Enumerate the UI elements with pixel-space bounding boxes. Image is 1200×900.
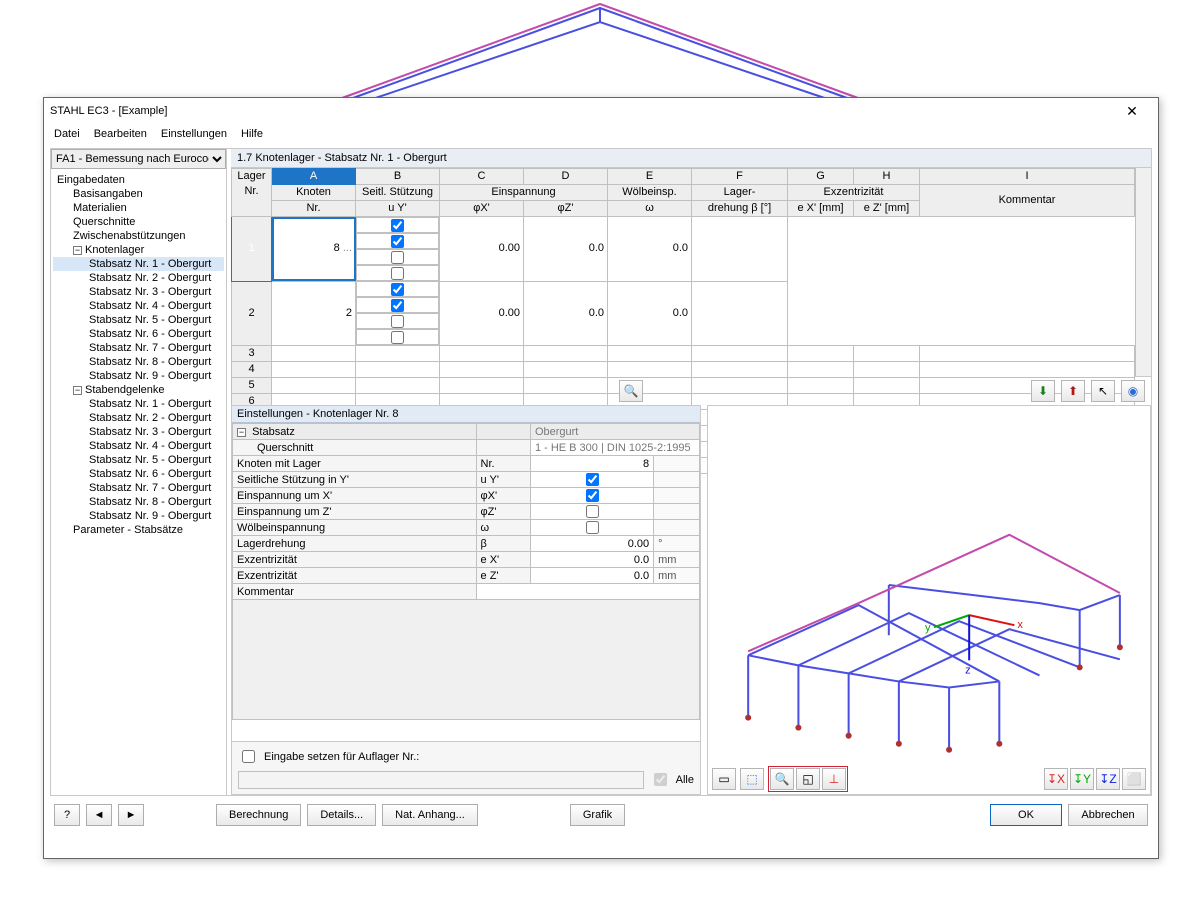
svg-text:y: y — [925, 622, 931, 634]
svg-text:z: z — [965, 664, 971, 676]
col-lager: LagerNr. — [232, 169, 272, 217]
menu-bearbeiten[interactable]: Bearbeiten — [94, 128, 147, 140]
help-button[interactable]: ? — [54, 804, 80, 826]
set-for-support-check[interactable] — [242, 750, 255, 763]
tree-item[interactable]: Stabsatz Nr. 1 - Obergurt — [53, 257, 224, 271]
menu-einstellungen[interactable]: Einstellungen — [161, 128, 227, 140]
window-zoom-button[interactable]: ◱ — [796, 768, 820, 790]
zoom-button[interactable]: 🔍 — [770, 768, 794, 790]
tree-item[interactable]: Stabsatz Nr. 4 - Obergurt — [53, 439, 224, 453]
dialog-window: STAHL EC3 - [Example] ✕ Datei Bearbeiten… — [43, 97, 1159, 859]
tree-item[interactable]: Stabsatz Nr. 9 - Obergurt — [53, 509, 224, 523]
property-header: Einstellungen - Knotenlager Nr. 8 — [232, 406, 700, 423]
export-excel-button[interactable]: ⬆ — [1061, 380, 1085, 402]
tree-item[interactable]: Stabsatz Nr. 2 - Obergurt — [53, 271, 224, 285]
tree-parameter[interactable]: Parameter - Stabsätze — [53, 523, 224, 537]
titlebar: STAHL EC3 - [Example] ✕ — [44, 98, 1158, 124]
loadcase-combo[interactable]: FA1 - Bemessung nach Eurocod — [51, 149, 226, 169]
prev-button[interactable]: ◄ — [86, 804, 112, 826]
row-header[interactable]: 2 — [232, 281, 272, 346]
isolate-button[interactable]: ▭ — [712, 768, 736, 790]
menubar: Datei Bearbeiten Einstellungen Hilfe — [44, 124, 1158, 144]
abbrechen-button[interactable]: Abbrechen — [1068, 804, 1148, 826]
tree-item[interactable]: Basisangaben — [53, 187, 224, 201]
window-title: STAHL EC3 - [Example] — [50, 105, 1112, 117]
colA[interactable]: A — [272, 169, 356, 185]
tree-item[interactable]: Stabsatz Nr. 8 - Obergurt — [53, 355, 224, 369]
view-y-button[interactable]: ↧Y — [1070, 768, 1094, 790]
highlight-group: 🔍 ◱ ⊥ — [768, 766, 848, 792]
cell-knoten[interactable]: 8 ... — [272, 217, 356, 282]
show-button[interactable]: ◉ — [1121, 380, 1145, 402]
preview-viewport[interactable]: x y z ▭ ⬚ 🔍 — [707, 405, 1151, 795]
details-button[interactable]: Details... — [307, 804, 376, 826]
tree-item[interactable]: Zwischenabstützungen — [53, 229, 224, 243]
tree-item[interactable]: Stabsatz Nr. 3 - Obergurt — [53, 285, 224, 299]
tree-root[interactable]: Eingabedaten — [53, 173, 224, 187]
tree-item[interactable]: Stabsatz Nr. 5 - Obergurt — [53, 453, 224, 467]
collapse-icon[interactable]: − — [73, 246, 82, 255]
menu-datei[interactable]: Datei — [54, 128, 80, 140]
find-in-grid-button[interactable]: 🔍 — [619, 380, 643, 402]
tree-item[interactable]: Stabsatz Nr. 4 - Obergurt — [53, 299, 224, 313]
property-grid: Einstellungen - Knotenlager Nr. 8 − Stab… — [231, 405, 701, 795]
set-for-support-input[interactable] — [238, 771, 644, 789]
tree-item[interactable]: Stabsatz Nr. 1 - Obergurt — [53, 397, 224, 411]
viewport-toolbar: ▭ ⬚ 🔍 ◱ ⊥ ↧X ↧Y ↧Z — [708, 764, 1150, 794]
grid-toolbar: 🔍 ⬇ ⬆ ↖ ◉ — [231, 377, 1151, 405]
close-icon[interactable]: ✕ — [1112, 103, 1152, 120]
tree-item[interactable]: Materialien — [53, 201, 224, 215]
import-excel-button[interactable]: ⬇ — [1031, 380, 1055, 402]
tree-item[interactable]: Stabsatz Nr. 7 - Obergurt — [53, 341, 224, 355]
nav-tree[interactable]: Eingabedaten Basisangaben Materialien Qu… — [51, 169, 226, 795]
tree-item[interactable]: Querschnitte — [53, 215, 224, 229]
prop-phix-check[interactable] — [586, 489, 599, 502]
grid-scrollbar[interactable] — [1135, 168, 1151, 376]
tree-item[interactable]: Stabsatz Nr. 8 - Obergurt — [53, 495, 224, 509]
prop-uy-check[interactable] — [586, 473, 599, 486]
tree-item[interactable]: Stabsatz Nr. 3 - Obergurt — [53, 425, 224, 439]
tree-item[interactable]: Stabsatz Nr. 2 - Obergurt — [53, 411, 224, 425]
tree-item[interactable]: Stabsatz Nr. 5 - Obergurt — [53, 313, 224, 327]
menu-hilfe[interactable]: Hilfe — [241, 128, 263, 140]
pick-in-view-button[interactable]: ↖ — [1091, 380, 1115, 402]
view-iso-button[interactable]: ⬜ — [1122, 768, 1146, 790]
prop-omega-check[interactable] — [586, 521, 599, 534]
prop-phiz-check[interactable] — [586, 505, 599, 518]
nav-tree-panel: FA1 - Bemessung nach Eurocod Eingabedate… — [51, 149, 227, 795]
tree-stabendgelenke[interactable]: −Stabendgelenke — [53, 383, 224, 397]
collapse-icon[interactable]: − — [237, 428, 246, 437]
row-header[interactable]: 1 — [232, 217, 272, 282]
cell-knoten[interactable]: 2 — [272, 281, 356, 346]
property-table[interactable]: − StabsatzObergurt Querschnitt1 - HE B 3… — [232, 423, 700, 720]
tree-item[interactable]: Stabsatz Nr. 6 - Obergurt — [53, 327, 224, 341]
next-button[interactable]: ► — [118, 804, 144, 826]
ok-button[interactable]: OK — [990, 804, 1062, 826]
tree-item[interactable]: Stabsatz Nr. 7 - Obergurt — [53, 481, 224, 495]
structure-3d-icon: x y z — [708, 406, 1150, 764]
view-x-button[interactable]: ↧X — [1044, 768, 1068, 790]
show-supports-button[interactable]: ⊥ — [822, 768, 846, 790]
tree-knotenlager[interactable]: −Knotenlager — [53, 243, 224, 257]
dialog-buttonbar: ? ◄ ► Berechnung Details... Nat. Anhang.… — [50, 800, 1152, 830]
view-z-button[interactable]: ↧Z — [1096, 768, 1120, 790]
tree-item[interactable]: Stabsatz Nr. 9 - Obergurt — [53, 369, 224, 383]
berechnung-button[interactable]: Berechnung — [216, 804, 301, 826]
grafik-button[interactable]: Grafik — [570, 804, 625, 826]
view-model-button[interactable]: ⬚ — [740, 768, 764, 790]
alle-check[interactable] — [654, 773, 667, 786]
collapse-icon[interactable]: − — [73, 386, 82, 395]
grid-header: 1.7 Knotenlager - Stabsatz Nr. 1 - Oberg… — [231, 149, 1151, 168]
tree-item[interactable]: Stabsatz Nr. 6 - Obergurt — [53, 467, 224, 481]
nat-anhang-button[interactable]: Nat. Anhang... — [382, 804, 478, 826]
svg-text:x: x — [1017, 619, 1023, 631]
